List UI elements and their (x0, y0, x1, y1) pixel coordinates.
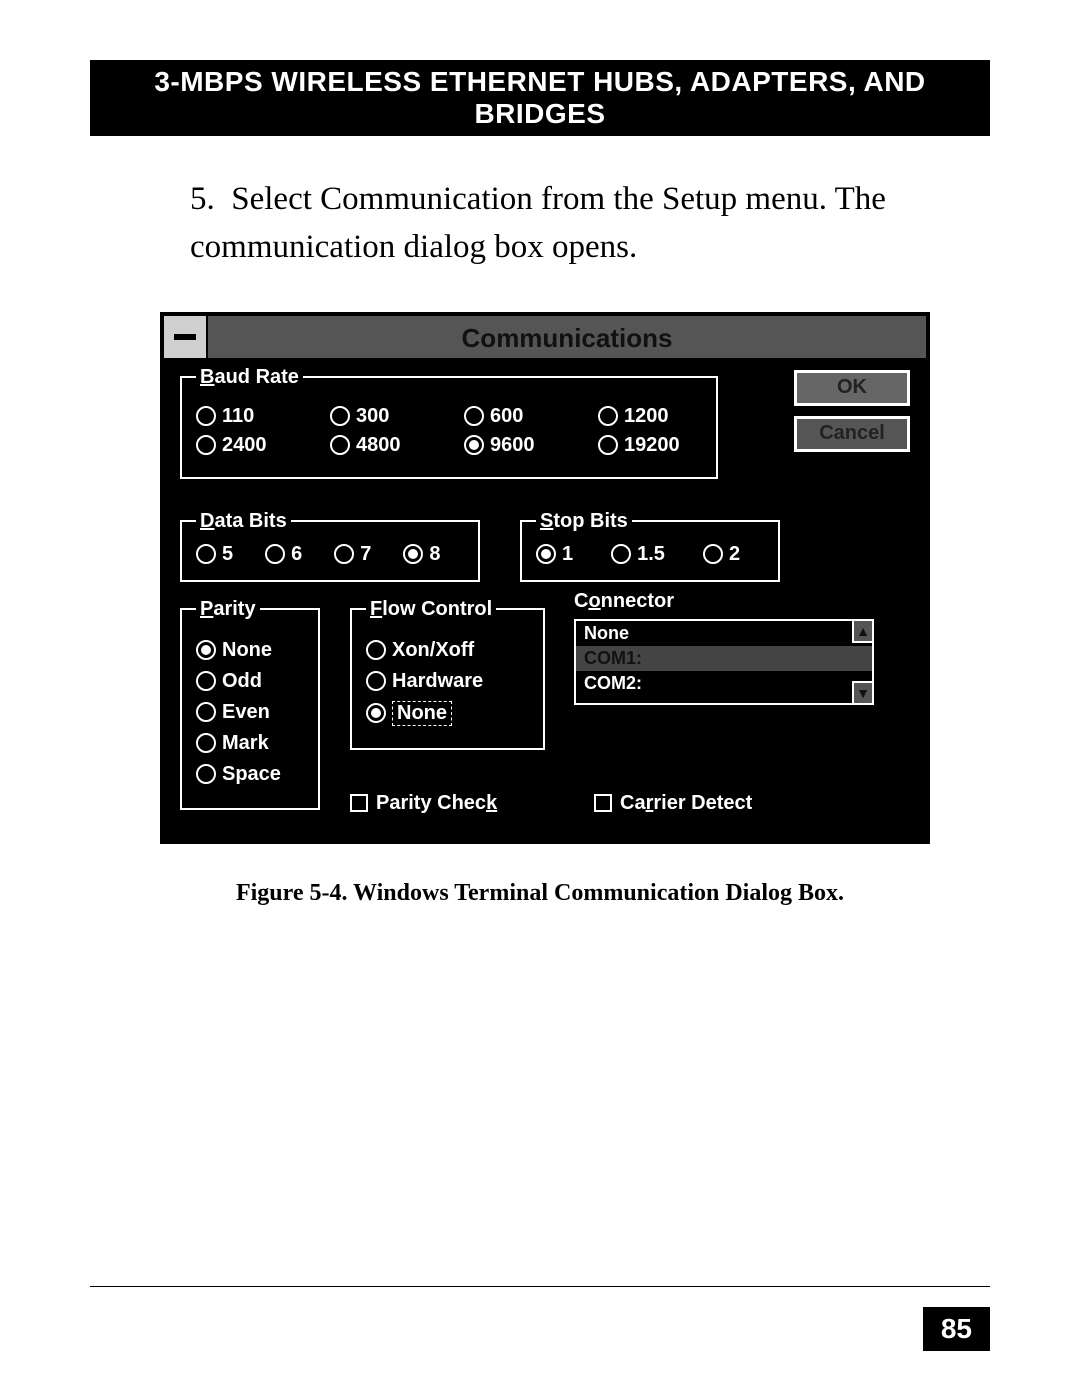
connector-label: Connector (574, 590, 874, 613)
communications-dialog: Communications OK Cancel Baud Rate 110 3… (160, 312, 930, 844)
radio-parity-odd[interactable]: Odd (196, 670, 304, 693)
radio-baud-19200[interactable]: 19200 (598, 434, 688, 457)
radio-baud-4800[interactable]: 4800 (330, 434, 420, 457)
radio-parity-even[interactable]: Even (196, 701, 304, 724)
title-bar: Communications (164, 316, 926, 360)
radio-stopbits-2[interactable]: 2 (703, 543, 740, 566)
radio-baud-110[interactable]: 110 (196, 405, 286, 428)
figure-caption: Figure 5-4. Windows Terminal Communicati… (90, 880, 990, 907)
flow-control-group: Flow Control Xon/Xoff Hardware None (350, 598, 545, 750)
radio-flow-xonxoff[interactable]: Xon/Xoff (366, 639, 529, 662)
list-item[interactable]: None (576, 621, 872, 646)
radio-databits-7[interactable]: 7 (334, 543, 371, 566)
footer-rule (90, 1286, 990, 1287)
instruction-text: 5. Select Communication from the Setup m… (190, 176, 950, 272)
radio-databits-5[interactable]: 5 (196, 543, 233, 566)
radio-baud-600[interactable]: 600 (464, 405, 554, 428)
radio-flow-none[interactable]: None (366, 701, 529, 726)
ok-button[interactable]: OK (794, 370, 910, 406)
radio-databits-6[interactable]: 6 (265, 543, 302, 566)
parity-check-checkbox[interactable]: Parity Check (350, 792, 497, 815)
system-menu-icon[interactable] (164, 316, 208, 358)
connector-group: Connector None COM1: COM2: ▲ ▼ (574, 590, 874, 705)
radio-parity-none[interactable]: None (196, 639, 304, 662)
radio-baud-1200[interactable]: 1200 (598, 405, 688, 428)
page-header-text: 3-MBPS WIRELESS ETHERNET HUBS, ADAPTERS,… (154, 66, 925, 129)
parity-group: Parity None Odd Even Mark Space (180, 598, 320, 810)
radio-baud-2400[interactable]: 2400 (196, 434, 286, 457)
stop-bits-group: Stop Bits 1 1.5 2 (520, 510, 780, 582)
radio-databits-8[interactable]: 8 (403, 543, 440, 566)
scroll-up-icon[interactable]: ▲ (852, 621, 872, 643)
list-item[interactable]: COM2: (576, 671, 872, 696)
connector-listbox[interactable]: None COM1: COM2: ▲ ▼ (574, 619, 874, 705)
cancel-button[interactable]: Cancel (794, 416, 910, 452)
radio-stopbits-1[interactable]: 1 (536, 543, 573, 566)
data-bits-group: Data Bits 5 6 7 8 (180, 510, 480, 582)
radio-baud-9600[interactable]: 9600 (464, 434, 554, 457)
carrier-detect-checkbox[interactable]: Carrier Detect (594, 792, 752, 815)
radio-stopbits-1-5[interactable]: 1.5 (611, 543, 665, 566)
list-item[interactable]: COM1: (576, 646, 872, 671)
page-number: 85 (923, 1307, 990, 1351)
scroll-down-icon[interactable]: ▼ (852, 681, 872, 703)
radio-flow-hardware[interactable]: Hardware (366, 670, 529, 693)
radio-baud-300[interactable]: 300 (330, 405, 420, 428)
baud-rate-group: Baud Rate 110 300 600 1200 2400 4800 960… (180, 366, 718, 479)
dialog-title: Communications (208, 316, 926, 358)
radio-parity-mark[interactable]: Mark (196, 732, 304, 755)
page-header: 3-MBPS WIRELESS ETHERNET HUBS, ADAPTERS,… (90, 60, 990, 136)
radio-parity-space[interactable]: Space (196, 763, 304, 786)
